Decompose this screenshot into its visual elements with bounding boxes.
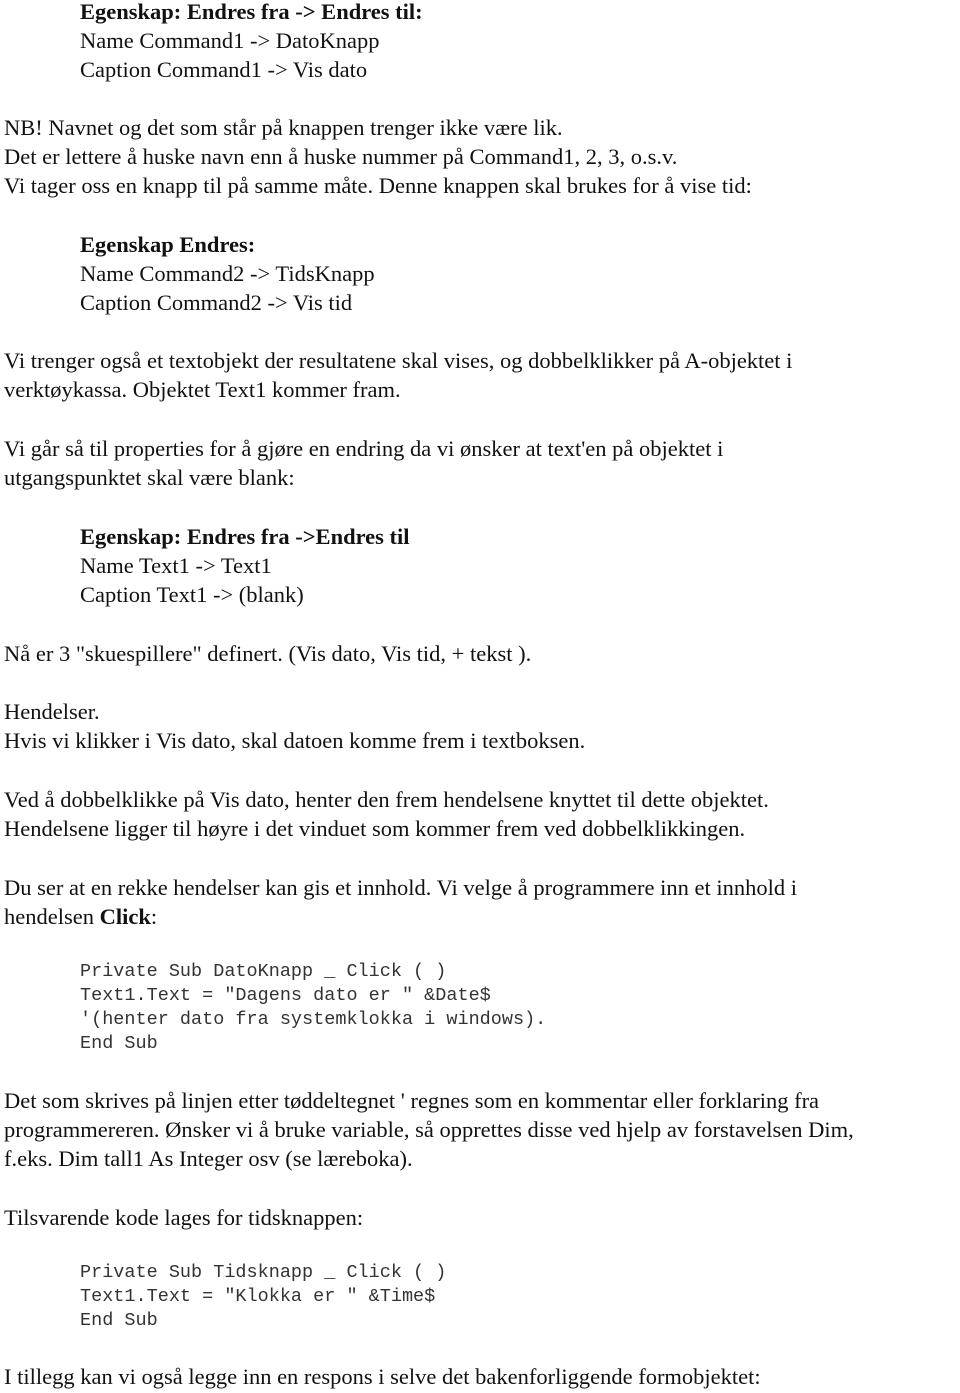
code-line: Text1.Text = "Klokka er " &Time$ [80,1286,436,1307]
paragraph-line: f.eks. Dim tall1 As Integer osv (se lære… [4,1146,413,1171]
paragraph-line: Du ser at en rekke hendelser kan gis et … [4,875,798,900]
paragraph-line: NB! Navnet og det som står på knappen tr… [4,115,563,140]
property-table-heading: Egenskap: Endres fra -> Endres til: [80,0,423,24]
property-line: Name Text1 -> Text1 [80,553,272,578]
code-line: End Sub [80,1310,158,1331]
paragraph-line: Det er lettere å huske navn enn å huske … [4,144,678,169]
property-table-heading: Egenskap Endres: [80,232,256,257]
paragraph-line: Tilsvarende kode lages for tidsknappen: [4,1205,364,1230]
property-line: Name Command2 -> TidsKnapp [80,261,375,286]
paragraph-line: Nå er 3 "skuespillere" definert. (Vis da… [4,641,532,666]
property-line: Caption Command1 -> Vis dato [80,57,368,82]
code-line: '(henter dato fra systemklokka i windows… [80,1009,547,1030]
text: hendelsen [4,904,100,929]
code-line: Private Sub DatoKnapp _ Click ( ) [80,961,447,982]
paragraph-line: Vi tager oss en knapp til på samme måte.… [4,173,752,198]
section-heading-hendelser: Hendelser. [4,699,100,724]
property-line: Caption Command2 -> Vis tid [80,290,353,315]
paragraph-line: I tillegg kan vi også legge inn en respo… [4,1364,761,1389]
property-table-heading: Egenskap: Endres fra ->Endres til [80,524,410,549]
paragraph-line: Hendelsene ligger til høyre i det vindue… [4,816,746,841]
bold-keyword-click: Click [99,904,151,929]
paragraph-line: programmereren. Ønsker vi å bruke variab… [4,1117,854,1142]
paragraph-line: Det som skrives på linjen etter tøddelte… [4,1088,820,1113]
paragraph-line: utgangspunktet skal være blank: [4,465,295,490]
paragraph-line: Vi går så til properties for å gjøre en … [4,436,724,461]
property-line: Name Command1 -> DatoKnapp [80,28,380,53]
code-line: End Sub [80,1033,158,1054]
paragraph-line: verktøykassa. Objektet Text1 kommer fram… [4,377,401,402]
text: : [150,904,158,929]
paragraph-line: hendelsen Click: [4,902,157,931]
property-line: Caption Text1 -> (blank) [80,582,304,607]
code-line: Text1.Text = "Dagens dato er " &Date$ [80,985,491,1006]
paragraph-line: Vi trenger også et textobjekt der result… [4,348,793,373]
code-line: Private Sub Tidsknapp _ Click ( ) [80,1262,447,1283]
paragraph-line: Ved å dobbelklikke på Vis dato, henter d… [4,787,769,812]
paragraph-line: Hvis vi klikker i Vis dato, skal datoen … [4,728,586,753]
